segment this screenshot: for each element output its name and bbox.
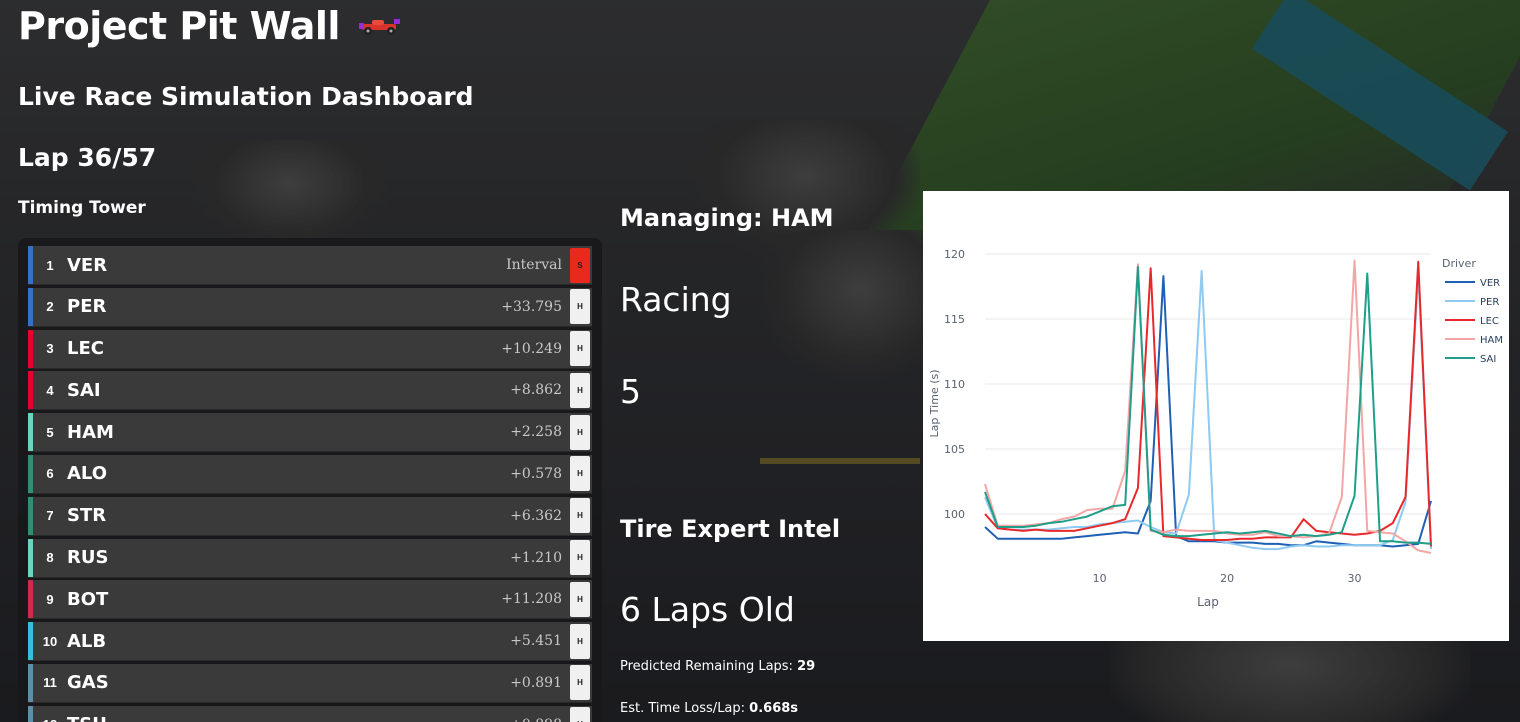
time-loss-value: 0.668s	[749, 701, 799, 716]
tyre-compound-badge: S	[570, 247, 590, 283]
timing-row-str[interactable]: 7 STR +6.362 H	[28, 496, 592, 536]
position-number: 1	[46, 257, 54, 273]
app-title-text: Project Pit Wall	[18, 4, 340, 48]
gap-interval: +0.898	[510, 717, 562, 722]
position-number: 5	[46, 424, 54, 440]
position-number: 7	[46, 508, 54, 524]
y-axis-title: Lap Time (s)	[928, 369, 941, 437]
gap-interval: +11.208	[501, 591, 562, 608]
gap-interval: +10.249	[501, 340, 562, 357]
position-number: 3	[46, 341, 54, 357]
legend-item-sai: SAI	[1480, 354, 1496, 365]
lap-time-chart[interactable]: 100 105 110 115 120 10 20 30 Lap Lap Time (s) Driv…	[923, 191, 1509, 641]
tyre-compound-badge: H	[570, 456, 590, 492]
driver-code: ALB	[67, 630, 107, 652]
time-loss-label: Est. Time Loss/Lap:	[620, 701, 746, 716]
lap-counter: Lap 36/57	[18, 143, 157, 172]
tyre-compound-badge: H	[570, 581, 590, 617]
gap-interval: +0.578	[510, 465, 562, 482]
timing-row-rus[interactable]: 8 RUS +1.210 H	[28, 538, 592, 578]
gap-interval: +2.258	[510, 424, 562, 441]
legend-title: Driver	[1442, 257, 1476, 270]
position-number: 12	[33, 717, 67, 722]
timing-tower: 1 VER Interval S 2 PER +33.795 H 3 LEC +10.249 H 4 SA…	[18, 238, 602, 722]
legend-item-lec: LEC	[1480, 316, 1499, 327]
driver-code: SAI	[67, 379, 101, 401]
x-tick-label: 10	[1093, 572, 1107, 585]
y-tick-label: 120	[944, 248, 965, 261]
gap-interval: +8.862	[510, 382, 562, 399]
driver-code: ALO	[67, 463, 108, 485]
position-number: 2	[46, 299, 54, 315]
gap-interval: +0.891	[510, 674, 562, 691]
legend-item-ver: VER	[1480, 278, 1500, 289]
timing-row-alb[interactable]: 10 ALB +5.451 H	[28, 622, 592, 662]
timing-row-ham[interactable]: 5 HAM +2.258 H	[28, 413, 592, 453]
tyre-compound-badge: H	[570, 540, 590, 576]
app-title: Project Pit Wall	[18, 4, 402, 48]
x-tick-label: 20	[1220, 572, 1234, 585]
position-number: 11	[43, 675, 57, 691]
dashboard-subtitle: Live Race Simulation Dashboard	[18, 82, 474, 111]
position-number: 10	[42, 633, 58, 649]
position-number: 9	[46, 591, 54, 607]
tyre-compound-badge: H	[570, 707, 590, 722]
timing-row-sai[interactable]: 4 SAI +8.862 H	[28, 371, 592, 411]
tire-intel-title: Tire Expert Intel	[620, 515, 841, 543]
gap-interval: +6.362	[510, 507, 562, 524]
lap-time-chart-svg[interactable]: 100 105 110 115 120 10 20 30 Lap Lap Time (s) Driv…	[923, 191, 1509, 641]
gap-interval: +5.451	[510, 633, 562, 650]
timing-row-per[interactable]: 2 PER +33.795 H	[28, 287, 592, 327]
legend-item-ham: HAM	[1480, 335, 1503, 346]
race-car-icon	[358, 19, 400, 35]
timing-row-bot[interactable]: 9 BOT +11.208 H	[28, 580, 592, 620]
x-tick-label: 30	[1348, 572, 1362, 585]
driver-status: Racing	[620, 280, 732, 319]
predicted-remaining-laps: Predicted Remaining Laps: 29	[620, 659, 815, 674]
timing-row-tsu[interactable]: 12TSU +0.898 H	[28, 705, 592, 722]
tyre-compound-badge: H	[570, 623, 590, 659]
driver-code: TSU	[67, 714, 167, 722]
timing-row-gas[interactable]: 11 GAS +0.891 H	[28, 663, 592, 703]
tyre-compound-badge: H	[570, 498, 590, 534]
y-tick-label: 115	[944, 313, 965, 326]
driver-code: HAM	[67, 421, 114, 443]
timing-row-alo[interactable]: 6 ALO +0.578 H	[28, 454, 592, 494]
time-loss-per-lap: Est. Time Loss/Lap: 0.668s	[620, 701, 798, 716]
managing-driver-title: Managing: HAM	[620, 204, 834, 232]
position-number: 8	[46, 550, 54, 566]
x-axis-title: Lap	[1197, 595, 1219, 609]
driver-code: GAS	[67, 672, 109, 694]
driver-position: 5	[620, 372, 641, 411]
predicted-remaining-laps-label: Predicted Remaining Laps:	[620, 659, 793, 674]
tyre-compound-badge: H	[570, 289, 590, 325]
tire-age: 6 Laps Old	[620, 590, 795, 629]
y-tick-label: 105	[944, 443, 965, 456]
driver-code: VER	[67, 254, 108, 276]
gap-interval: Interval	[506, 257, 562, 273]
tyre-compound-badge: H	[570, 414, 590, 450]
y-tick-label: 110	[944, 378, 965, 391]
driver-code: BOT	[67, 588, 109, 610]
gap-interval: +1.210	[510, 549, 562, 566]
predicted-remaining-laps-value: 29	[797, 659, 816, 674]
driver-code: PER	[67, 296, 107, 318]
legend-item-per: PER	[1480, 297, 1499, 308]
position-number: 4	[46, 382, 54, 398]
position-number: 6	[46, 466, 54, 482]
y-tick-label: 100	[944, 508, 965, 521]
driver-code: LEC	[67, 338, 104, 360]
tyre-compound-badge: H	[570, 665, 590, 701]
tyre-compound-badge: H	[570, 372, 590, 408]
tyre-compound-badge: H	[570, 331, 590, 367]
driver-code: STR	[67, 505, 107, 527]
timing-row-ver[interactable]: 1 VER Interval S	[28, 246, 592, 285]
timing-tower-heading: Timing Tower	[18, 198, 146, 218]
gap-interval: +33.795	[501, 298, 562, 315]
driver-code: RUS	[67, 547, 109, 569]
timing-row-lec[interactable]: 3 LEC +10.249 H	[28, 329, 592, 369]
